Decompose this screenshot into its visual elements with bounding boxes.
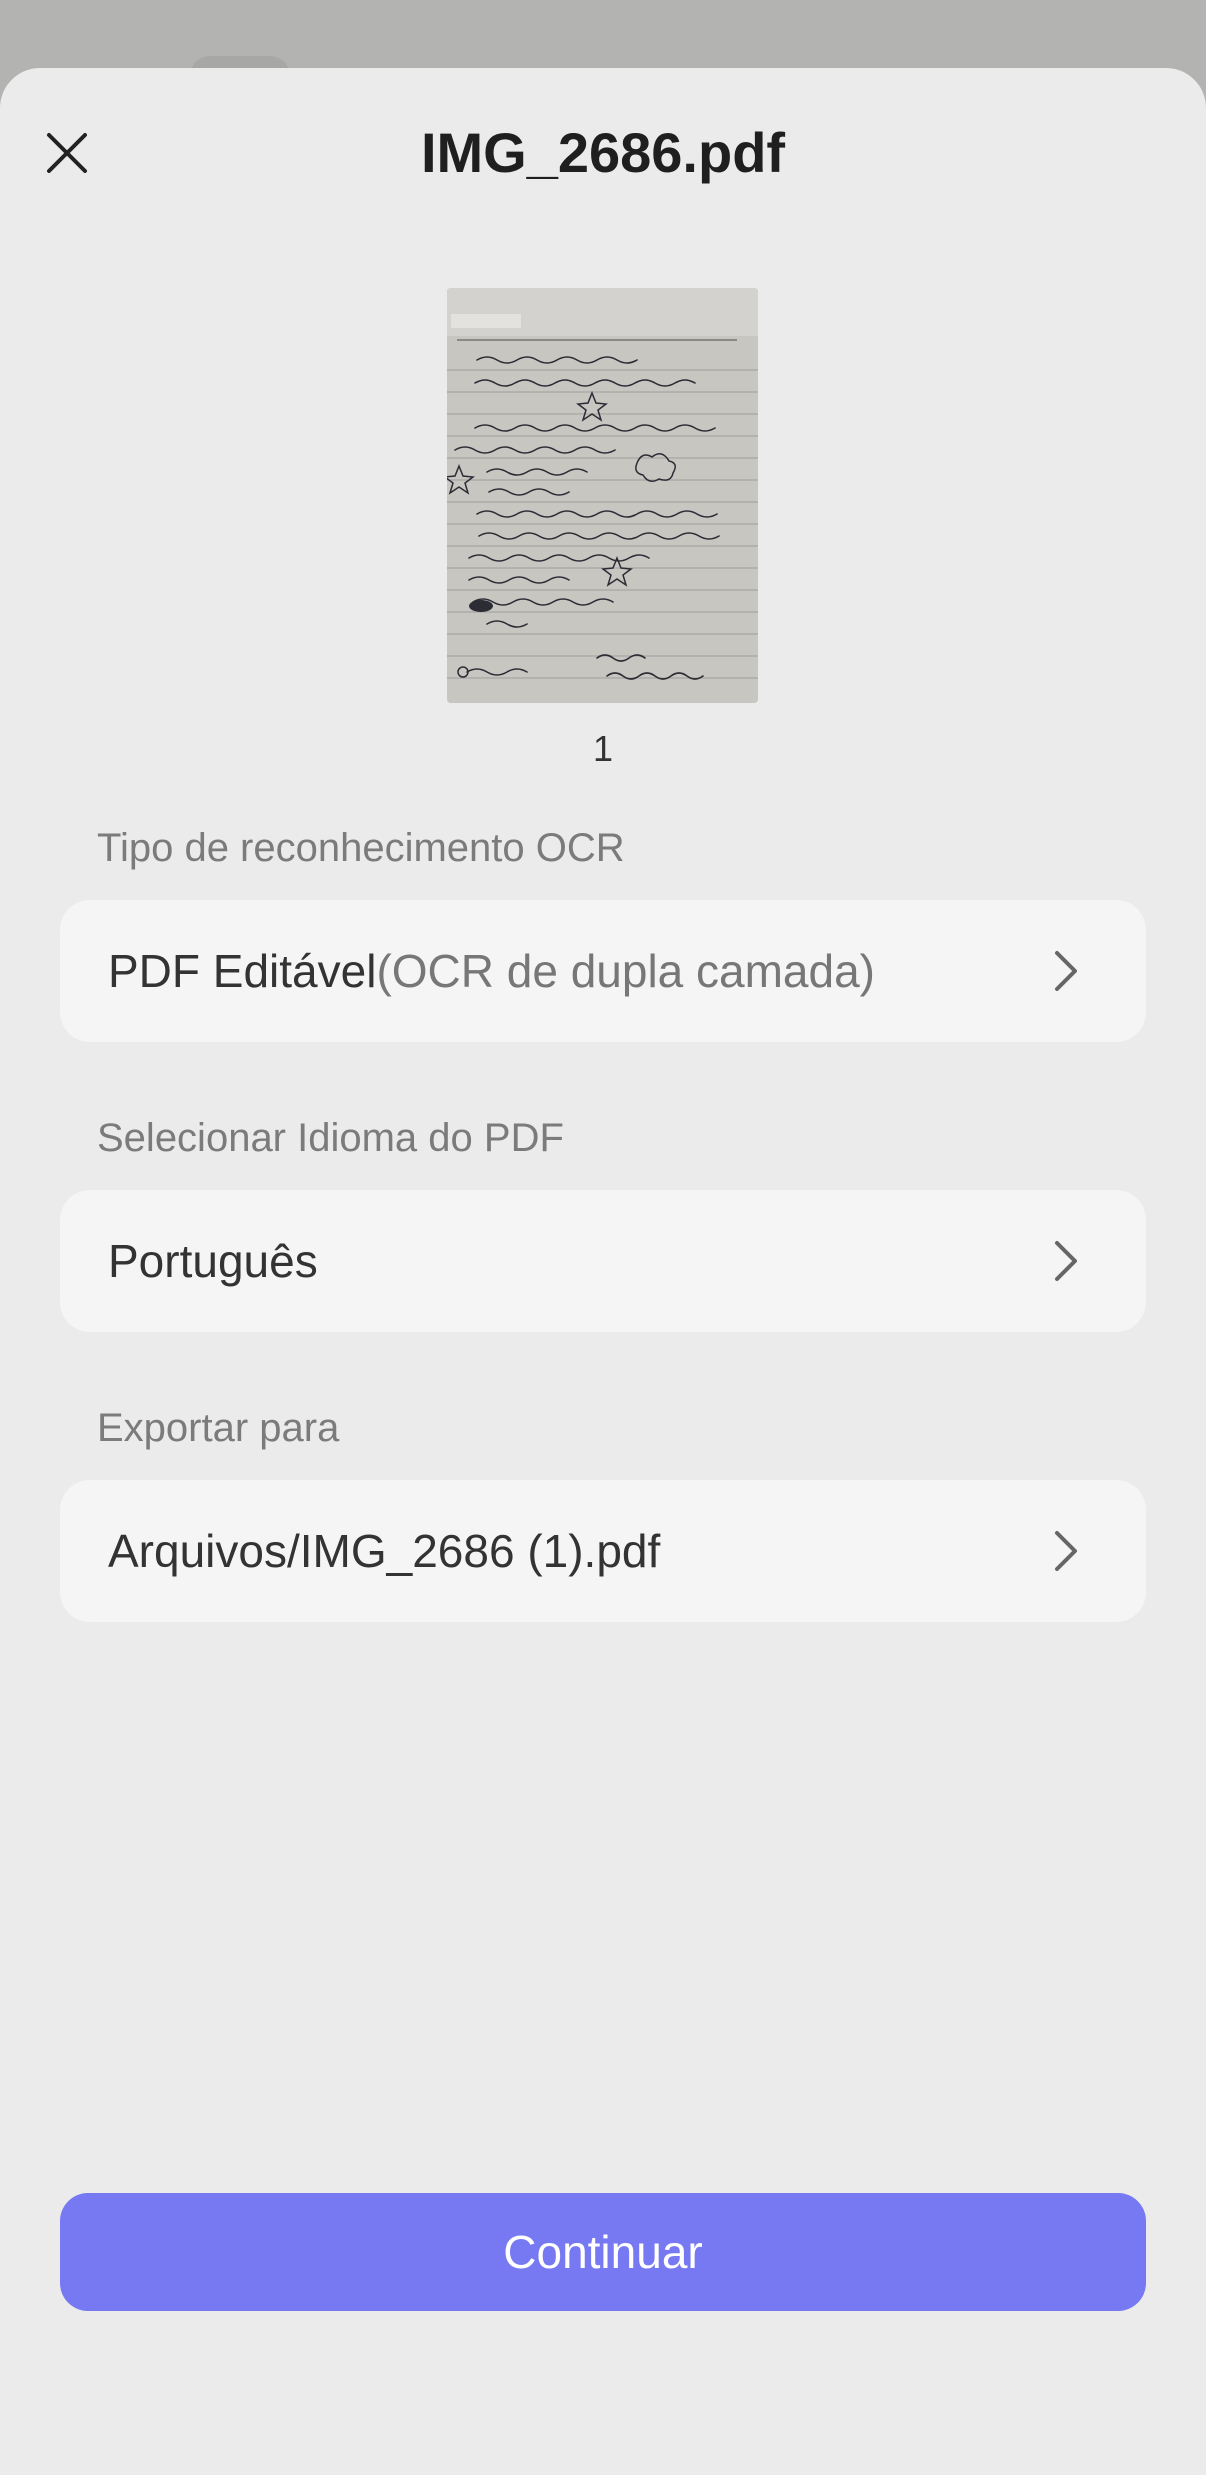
close-icon [47,133,87,173]
export-destination-value: Arquivos/IMG_2686 (1).pdf [108,1525,661,1577]
language-selector[interactable]: Português [60,1190,1146,1332]
ocr-type-secondary: (OCR de dupla camada) [376,945,876,997]
ocr-type-label: Tipo de reconhecimento OCR [97,826,625,870]
language-value: Português [108,1235,318,1287]
page-thumbnail[interactable] [447,288,758,703]
handwritten-note-image [447,288,758,703]
close-button[interactable] [30,116,104,190]
ocr-type-selector[interactable]: PDF Editável(OCR de dupla camada) [60,900,1146,1042]
export-destination-selector[interactable]: Arquivos/IMG_2686 (1).pdf [60,1480,1146,1622]
chevron-right-icon [1046,946,1086,996]
continue-button[interactable]: Continuar [60,2193,1146,2311]
ocr-settings-sheet: IMG_2686.pdf 1 Tipo de reconhecimento OC… [0,68,1206,2475]
chevron-right-icon [1046,1526,1086,1576]
chevron-right-icon [1046,1236,1086,1286]
ocr-type-primary: PDF Editável [108,945,377,997]
ocr-type-value: PDF Editável(OCR de dupla camada) [108,944,1046,998]
page-title: IMG_2686.pdf [420,121,786,184]
page-number: 1 [592,728,614,769]
export-label: Exportar para [97,1406,340,1450]
language-label: Selecionar Idioma do PDF [97,1116,564,1160]
